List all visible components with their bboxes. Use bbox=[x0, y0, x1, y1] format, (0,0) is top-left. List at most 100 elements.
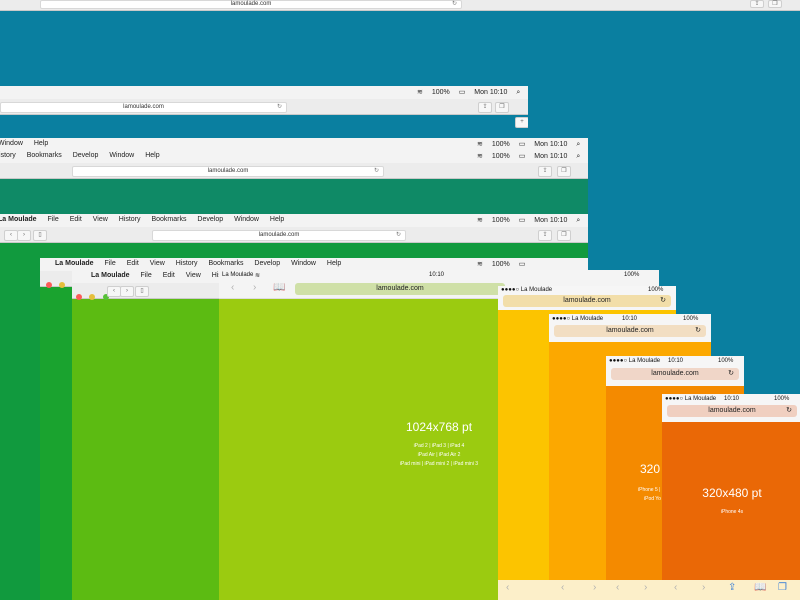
app-name[interactable]: La Moulade bbox=[91, 272, 130, 279]
menu-window[interactable]: Window bbox=[234, 216, 259, 223]
menu-bookmarks[interactable]: Bookmarks bbox=[208, 260, 243, 267]
tabs-icon[interactable]: ❐ bbox=[778, 582, 787, 593]
share-button[interactable]: ⇪ bbox=[750, 0, 764, 8]
iphone4s-resolution: 320x480 pt bbox=[702, 486, 762, 500]
search-icon[interactable]: ⌕ bbox=[576, 217, 580, 224]
menu-file[interactable]: File bbox=[104, 260, 115, 267]
sidebar-button[interactable]: ▯ bbox=[135, 286, 149, 297]
address-bar-4[interactable]: lamoulade.com ↻ bbox=[152, 230, 406, 241]
battery-text: 100% bbox=[491, 153, 510, 160]
back-icon[interactable]: ‹ bbox=[506, 582, 509, 593]
iphone6-address-bar[interactable]: lamoulade.com ↻ bbox=[554, 325, 706, 337]
share-icon[interactable]: ⇪ bbox=[728, 582, 736, 593]
address-text: lamoulade.com bbox=[708, 407, 756, 414]
tabs-button[interactable]: ❐ bbox=[557, 230, 571, 241]
tabs-button[interactable]: ❐ bbox=[768, 0, 782, 8]
clock-text: Mon 10:10 bbox=[534, 153, 568, 160]
menu-bookmarks[interactable]: Bookmarks bbox=[27, 152, 62, 159]
close-button[interactable] bbox=[76, 294, 82, 300]
address-bar-1[interactable]: lamoulade.com ↻ bbox=[40, 0, 462, 9]
menu-edit[interactable]: Edit bbox=[70, 216, 82, 223]
iphone5-address-bar[interactable]: lamoulade.com ↻ bbox=[611, 368, 739, 380]
wifi-icon: ≋ bbox=[477, 153, 483, 160]
forward-button[interactable]: › bbox=[120, 286, 134, 297]
new-tab-button[interactable]: + bbox=[515, 117, 528, 128]
iphone6-status-bar: ●●●●○ La Moulade 10:10 100% lamoulade.co… bbox=[549, 314, 711, 342]
address-text: lamoulade.com bbox=[563, 297, 611, 304]
reload-icon[interactable]: ↻ bbox=[786, 405, 792, 417]
clock-text: Mon 10:10 bbox=[534, 141, 568, 148]
app-name[interactable]: La Moulade bbox=[55, 260, 94, 267]
forward-icon[interactable]: › bbox=[702, 582, 705, 593]
menu-file[interactable]: File bbox=[140, 272, 151, 279]
iphone4s-status-bar: ●●●●○ La Moulade 10:10 100% lamoulade.co… bbox=[662, 394, 800, 422]
reload-icon[interactable]: ↻ bbox=[452, 1, 457, 8]
menu-history[interactable]: History bbox=[119, 216, 141, 223]
forward-icon[interactable]: › bbox=[644, 582, 647, 593]
menu-develop[interactable]: Develop bbox=[73, 152, 99, 159]
share-button[interactable]: ⇪ bbox=[538, 166, 552, 177]
close-button[interactable] bbox=[46, 282, 52, 288]
menu-window[interactable]: Window bbox=[109, 152, 134, 159]
menu-view[interactable]: View bbox=[93, 216, 108, 223]
menu-develop[interactable]: Develop bbox=[254, 260, 280, 267]
address-bar-2[interactable]: lamoulade.com ↻ bbox=[0, 102, 287, 113]
app-name[interactable]: La Moulade bbox=[0, 216, 37, 223]
time-text: 10:10 bbox=[622, 316, 638, 322]
bookmarks-icon[interactable]: 📖 bbox=[754, 582, 766, 593]
tabs-button[interactable]: ❐ bbox=[495, 102, 509, 113]
forward-icon[interactable]: › bbox=[253, 282, 256, 293]
address-bar-3[interactable]: lamoulade.com ↻ bbox=[72, 166, 384, 177]
back-icon[interactable]: ‹ bbox=[561, 582, 564, 593]
reload-icon[interactable]: ↻ bbox=[660, 295, 666, 307]
bookmarks-icon[interactable]: 📖 bbox=[273, 282, 285, 293]
search-icon[interactable]: ⌕ bbox=[576, 153, 580, 160]
battery-icon: ▭ bbox=[458, 89, 466, 96]
reload-icon[interactable]: ↻ bbox=[374, 167, 379, 176]
back-button[interactable]: ‹ bbox=[4, 230, 18, 241]
menu-view[interactable]: View bbox=[186, 272, 201, 279]
address-text: lamoulade.com bbox=[376, 285, 424, 292]
menu-edit[interactable]: Edit bbox=[163, 272, 175, 279]
tabs-button[interactable]: ❐ bbox=[557, 166, 571, 177]
ipad-address-bar[interactable]: lamoulade.com bbox=[295, 283, 505, 295]
carrier-text: ●●●●○ La Moulade bbox=[501, 287, 553, 293]
safari-toolbar-3: lamoulade.com ↻ ⇪ ❐ bbox=[0, 163, 588, 179]
menu-help[interactable]: Help bbox=[327, 260, 341, 267]
minimize-button[interactable] bbox=[89, 294, 96, 300]
reload-icon[interactable]: ↻ bbox=[396, 231, 401, 240]
share-button[interactable]: ⇪ bbox=[478, 102, 492, 113]
iphone4s-screen: ●●●●○ La Moulade 10:10 100% lamoulade.co… bbox=[662, 394, 800, 600]
back-icon[interactable]: ‹ bbox=[231, 282, 234, 293]
share-button[interactable]: ⇪ bbox=[538, 230, 552, 241]
menu-view[interactable]: View bbox=[150, 260, 165, 267]
menu-bookmarks[interactable]: Bookmarks bbox=[151, 216, 186, 223]
iphone4s-address-bar[interactable]: lamoulade.com ↻ bbox=[667, 405, 797, 417]
forward-icon[interactable]: › bbox=[593, 582, 596, 593]
reload-icon[interactable]: ↻ bbox=[728, 368, 734, 380]
menu-help[interactable]: Help bbox=[145, 152, 159, 159]
menu-window[interactable]: Window bbox=[291, 260, 316, 267]
back-button[interactable]: ‹ bbox=[107, 286, 121, 297]
reload-icon[interactable]: ↻ bbox=[277, 103, 282, 112]
menu-develop[interactable]: Develop bbox=[197, 216, 223, 223]
back-icon[interactable]: ‹ bbox=[616, 582, 619, 593]
menu-window[interactable]: Window bbox=[0, 140, 23, 147]
menu-history[interactable]: History bbox=[176, 260, 198, 267]
back-icon[interactable]: ‹ bbox=[674, 582, 677, 593]
menu-edit[interactable]: Edit bbox=[127, 260, 139, 267]
status-area-4: ≋ 100% ▭ Mon 10:10 ⌕ ☰ bbox=[470, 216, 588, 225]
minimize-button[interactable] bbox=[59, 282, 66, 288]
status-area-5: ≋ 100% ▭ bbox=[470, 260, 525, 268]
search-icon[interactable]: ⌕ bbox=[516, 89, 520, 96]
battery-text: 100% bbox=[624, 272, 640, 278]
menu-help[interactable]: Help bbox=[34, 140, 48, 147]
reload-icon[interactable]: ↻ bbox=[695, 325, 701, 337]
search-icon[interactable]: ⌕ bbox=[576, 141, 580, 148]
forward-button[interactable]: › bbox=[17, 230, 31, 241]
menu-file[interactable]: File bbox=[47, 216, 58, 223]
menu-help[interactable]: Help bbox=[270, 216, 284, 223]
iphone6plus-address-bar[interactable]: lamoulade.com ↻ bbox=[503, 295, 671, 307]
sidebar-button[interactable]: ▯ bbox=[33, 230, 47, 241]
menu-history[interactable]: History bbox=[0, 152, 16, 159]
